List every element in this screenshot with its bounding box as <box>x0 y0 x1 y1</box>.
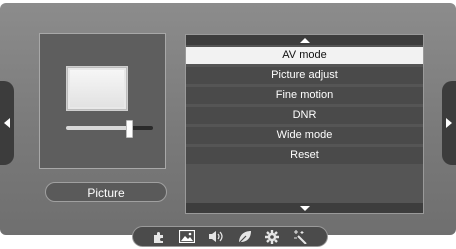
menu-item-picture-adjust[interactable]: Picture adjust <box>186 67 423 84</box>
category-preview <box>39 33 166 169</box>
menu-list: AV mode Picture adjust Fine motion DNR W… <box>186 47 423 167</box>
audio-icon[interactable] <box>207 229 225 245</box>
right-arrow-icon <box>446 118 452 128</box>
next-category-button[interactable] <box>442 81 456 165</box>
preview-slider-thumb <box>126 120 133 138</box>
settings-gear-icon[interactable] <box>263 229 281 245</box>
eco-leaf-icon[interactable] <box>235 229 253 245</box>
scroll-up-button[interactable] <box>186 35 423 45</box>
menu-item-dnr[interactable]: DNR <box>186 107 423 124</box>
menu-item-av-mode[interactable]: AV mode <box>186 47 423 64</box>
preview-slider-track <box>66 126 153 130</box>
settings-panel: Picture AV mode Picture adjust Fine moti… <box>0 3 456 235</box>
setup-puzzle-icon[interactable] <box>150 229 168 245</box>
menu-item-wide-mode[interactable]: Wide mode <box>186 127 423 144</box>
menu-item-fine-motion[interactable]: Fine motion <box>186 87 423 104</box>
picture-icon[interactable] <box>178 229 196 245</box>
previous-category-button[interactable] <box>0 81 14 165</box>
scroll-down-button[interactable] <box>186 203 423 213</box>
tv-screen-icon <box>66 66 128 111</box>
menu-item-reset[interactable]: Reset <box>186 147 423 164</box>
left-arrow-icon <box>4 118 10 128</box>
settings-menu: AV mode Picture adjust Fine motion DNR W… <box>185 34 424 214</box>
up-arrow-icon <box>299 37 310 43</box>
category-label: Picture <box>45 182 167 202</box>
category-icon-bar <box>132 226 328 247</box>
magic-wand-icon[interactable] <box>292 229 310 245</box>
down-arrow-icon <box>299 205 310 211</box>
